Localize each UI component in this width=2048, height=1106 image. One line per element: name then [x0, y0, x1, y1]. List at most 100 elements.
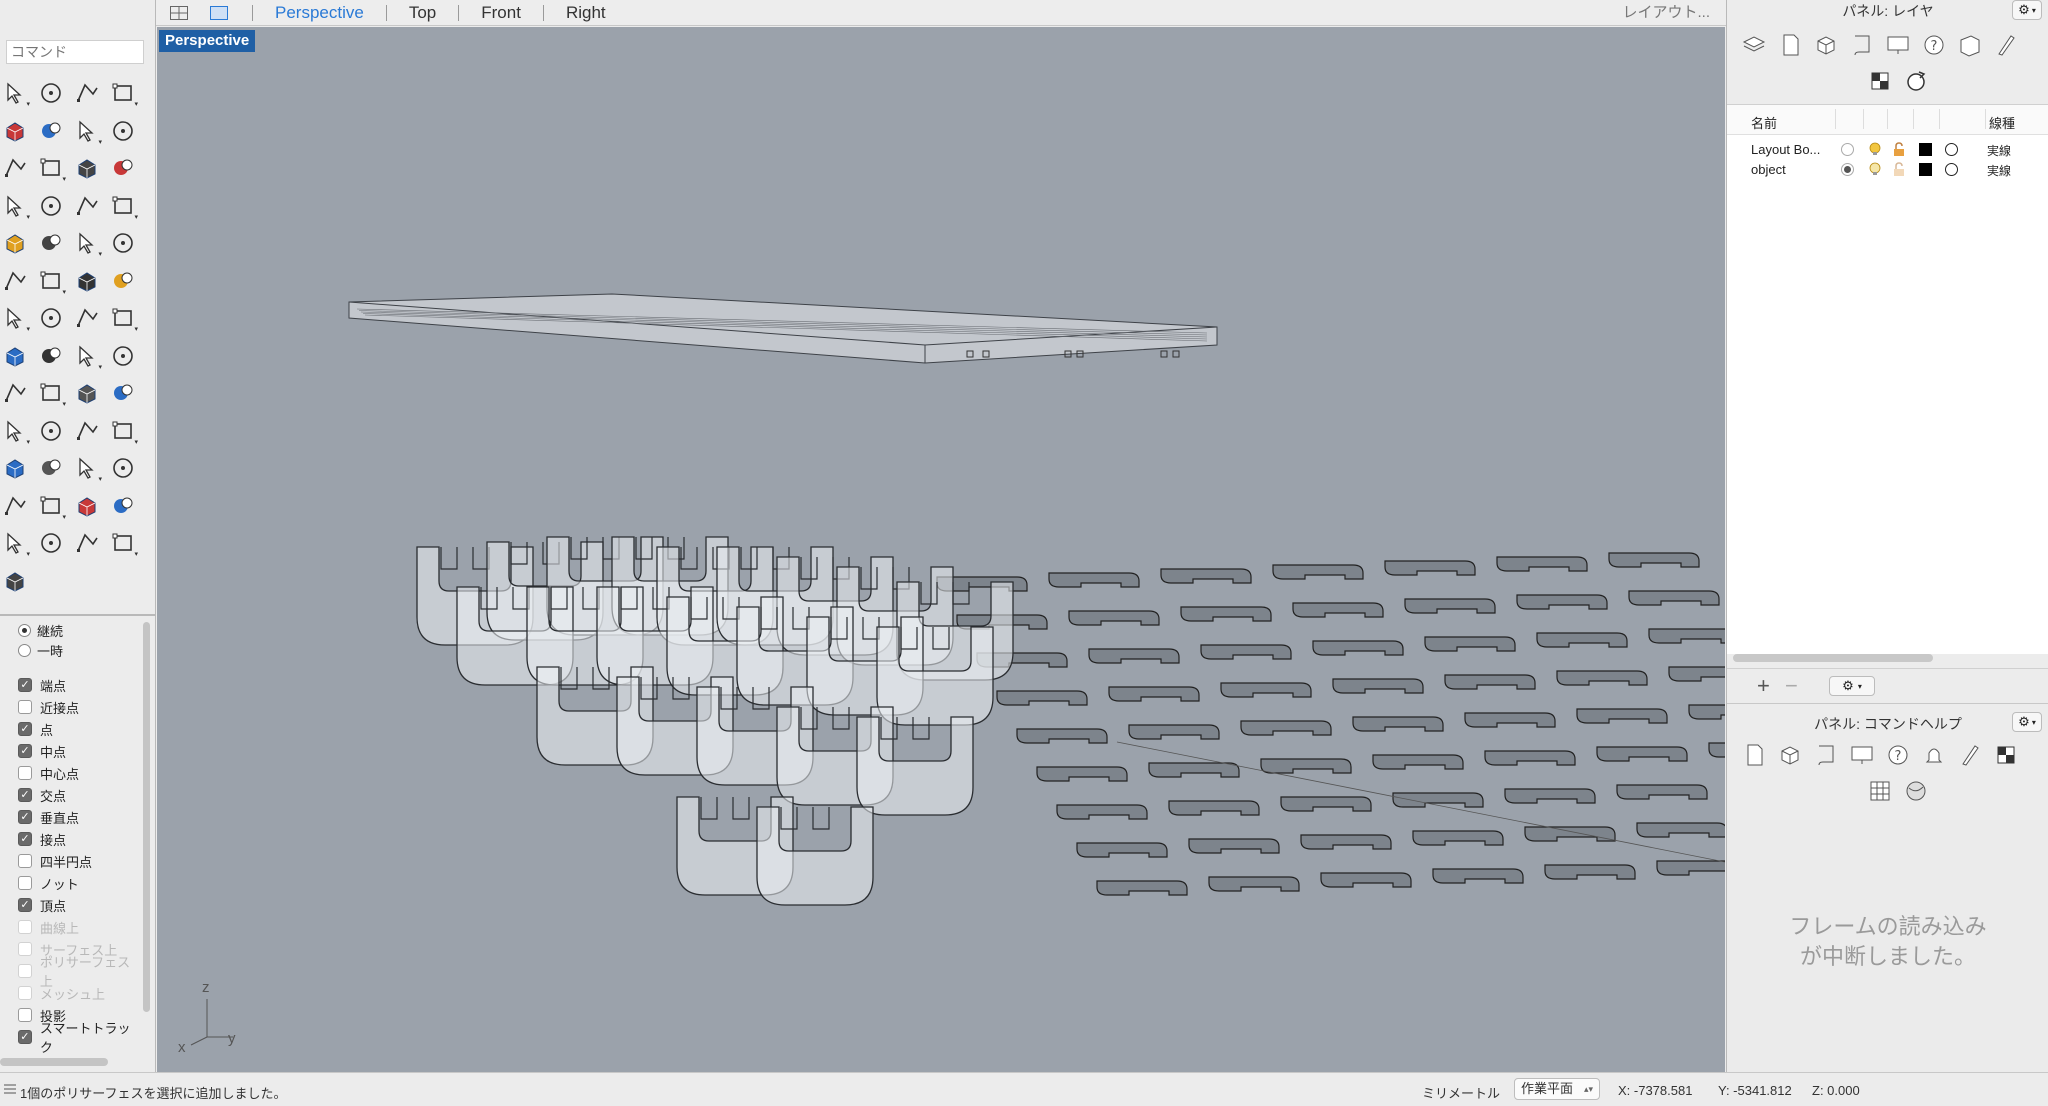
cylinder-icon[interactable]	[72, 191, 102, 221]
osnap-mode-1[interactable]: 一時	[0, 640, 142, 660]
properties-tab-icon[interactable]	[1739, 740, 1769, 770]
split-icon[interactable]	[36, 228, 66, 258]
array-grid-icon[interactable]: ▾	[72, 341, 102, 371]
grid-tab-icon[interactable]	[1865, 776, 1895, 806]
layer-row[interactable]: Layout Bo... 実線	[1727, 139, 2048, 159]
display-tab-icon[interactable]	[1847, 740, 1877, 770]
extend-icon[interactable]	[108, 228, 138, 258]
osnap-mode-0[interactable]: 継続	[0, 620, 142, 640]
sphere-icon[interactable]	[36, 191, 66, 221]
fillet-icon[interactable]: ▾	[36, 153, 66, 183]
polygon-icon[interactable]	[0, 153, 30, 183]
materials-tab-icon[interactable]	[1955, 740, 1985, 770]
rotate-view-icon[interactable]	[0, 453, 30, 483]
bulb-icon[interactable]	[0, 491, 30, 521]
object-tab-icon[interactable]	[1775, 740, 1805, 770]
lock-icon[interactable]	[1891, 141, 1907, 157]
checkbox[interactable]: ✓	[18, 832, 32, 846]
column-name[interactable]: 名前	[1751, 113, 1777, 132]
checkbox[interactable]	[18, 700, 32, 714]
circle-icon[interactable]	[0, 116, 30, 146]
four-viewports-icon[interactable]	[168, 4, 190, 22]
osnap-item[interactable]: ✓ 垂直点	[0, 806, 142, 828]
osnap-item[interactable]: ✓ 頂点	[0, 894, 142, 916]
polyline-icon[interactable]	[72, 78, 102, 108]
left-horizontal-scrollbar[interactable]	[0, 1058, 108, 1066]
checkbox[interactable]: ✓	[18, 744, 32, 758]
layers-tab-icon[interactable]	[1739, 30, 1769, 60]
camera-icon[interactable]: ▾	[108, 528, 138, 558]
material-circle-icon[interactable]	[1945, 163, 1958, 176]
checkbox[interactable]	[18, 876, 32, 890]
lock-icon[interactable]	[1891, 161, 1907, 177]
display-tab-icon[interactable]	[1883, 30, 1913, 60]
sweep-icon[interactable]	[108, 266, 138, 296]
checkbox[interactable]	[18, 766, 32, 780]
curve-icon[interactable]: ▾	[108, 78, 138, 108]
shade-icon[interactable]	[72, 378, 102, 408]
rectangle-icon[interactable]	[108, 116, 138, 146]
osnap-item[interactable]: ✓ 接点	[0, 828, 142, 850]
radio-button[interactable]	[18, 623, 31, 637]
trim-icon[interactable]: ▾	[72, 228, 102, 258]
zoom-window-icon[interactable]	[36, 416, 66, 446]
group-icon[interactable]: ▾	[36, 266, 66, 296]
lock-icon[interactable]: ▾	[36, 491, 66, 521]
osnap-item[interactable]: ポリサーフェス上	[0, 955, 142, 989]
notes-tab-icon[interactable]	[1847, 30, 1877, 60]
layer-linetype[interactable]: 実線	[1987, 142, 2011, 159]
osnap-item[interactable]: ノット	[0, 872, 142, 894]
properties-tab-icon[interactable]	[1775, 30, 1805, 60]
array-icon[interactable]	[72, 303, 102, 333]
notes-tab-icon[interactable]	[1811, 740, 1841, 770]
current-layer-radio[interactable]	[1841, 143, 1854, 156]
layer-name[interactable]: Layout Bo...	[1751, 142, 1831, 157]
command-input[interactable]	[6, 40, 144, 64]
zoom-icon[interactable]: ▾	[0, 416, 30, 446]
textures-tab-icon[interactable]	[1865, 66, 1895, 96]
checkbox[interactable]: ✓	[18, 722, 32, 736]
checkbox[interactable]	[18, 986, 32, 1000]
tab-top[interactable]: Top	[409, 3, 436, 23]
help-tab-icon[interactable]: ?	[1883, 740, 1913, 770]
zoom-selected-icon[interactable]: ▾	[108, 416, 138, 446]
checkbox[interactable]	[18, 964, 32, 978]
light-icon[interactable]	[108, 378, 138, 408]
osnap-item[interactable]: ✓ 交点	[0, 784, 142, 806]
object-tab-icon[interactable]	[1811, 30, 1841, 60]
osnap-item[interactable]: 中心点	[0, 762, 142, 784]
ellipse-icon[interactable]	[36, 116, 66, 146]
menu-lines-icon[interactable]	[4, 1084, 16, 1094]
viewport-title[interactable]: Perspective	[159, 30, 256, 52]
help-panel-gear-icon[interactable]: ⚙ ▾	[2012, 712, 2042, 732]
wire-sphere-icon[interactable]: ▾	[0, 528, 30, 558]
zoom-extents-icon[interactable]	[72, 416, 102, 446]
osnap-scrollbar[interactable]	[143, 622, 150, 1012]
analyze-icon[interactable]	[0, 378, 30, 408]
units-display[interactable]: ミリメートル	[1422, 1083, 1500, 1102]
osnap-item[interactable]: ✓ 中点	[0, 740, 142, 762]
extrude-icon[interactable]: ▾	[108, 191, 138, 221]
osnap-item[interactable]: ✓ 点	[0, 718, 142, 740]
layer-scrollbar[interactable]	[1733, 654, 1933, 662]
layer-options-gear-icon[interactable]: ⚙ ▾	[1829, 676, 1875, 696]
checkbox[interactable]: ✓	[18, 898, 32, 912]
checkbox[interactable]	[18, 1008, 32, 1022]
scale-icon[interactable]	[36, 303, 66, 333]
point-icon[interactable]	[36, 78, 66, 108]
osnap-item[interactable]: ✓ 端点	[0, 674, 142, 696]
boolean-icon[interactable]	[0, 266, 30, 296]
layer-color-swatch[interactable]	[1919, 163, 1932, 176]
remove-layer-button[interactable]: −	[1785, 675, 1798, 697]
materials-tab-icon[interactable]	[1991, 30, 2021, 60]
cplane-select[interactable]: 作業平面 ▴▾	[1514, 1078, 1600, 1100]
layer-name[interactable]: object	[1751, 162, 1831, 177]
checkbox[interactable]	[18, 854, 32, 868]
checkbox[interactable]	[18, 942, 32, 956]
material-circle-icon[interactable]	[1945, 143, 1958, 156]
checkbox[interactable]: ✓	[18, 788, 32, 802]
checkbox[interactable]: ✓	[18, 678, 32, 692]
loft-icon[interactable]	[108, 153, 138, 183]
text-icon[interactable]: ▾	[0, 303, 30, 333]
arc-icon[interactable]: ▾	[72, 116, 102, 146]
